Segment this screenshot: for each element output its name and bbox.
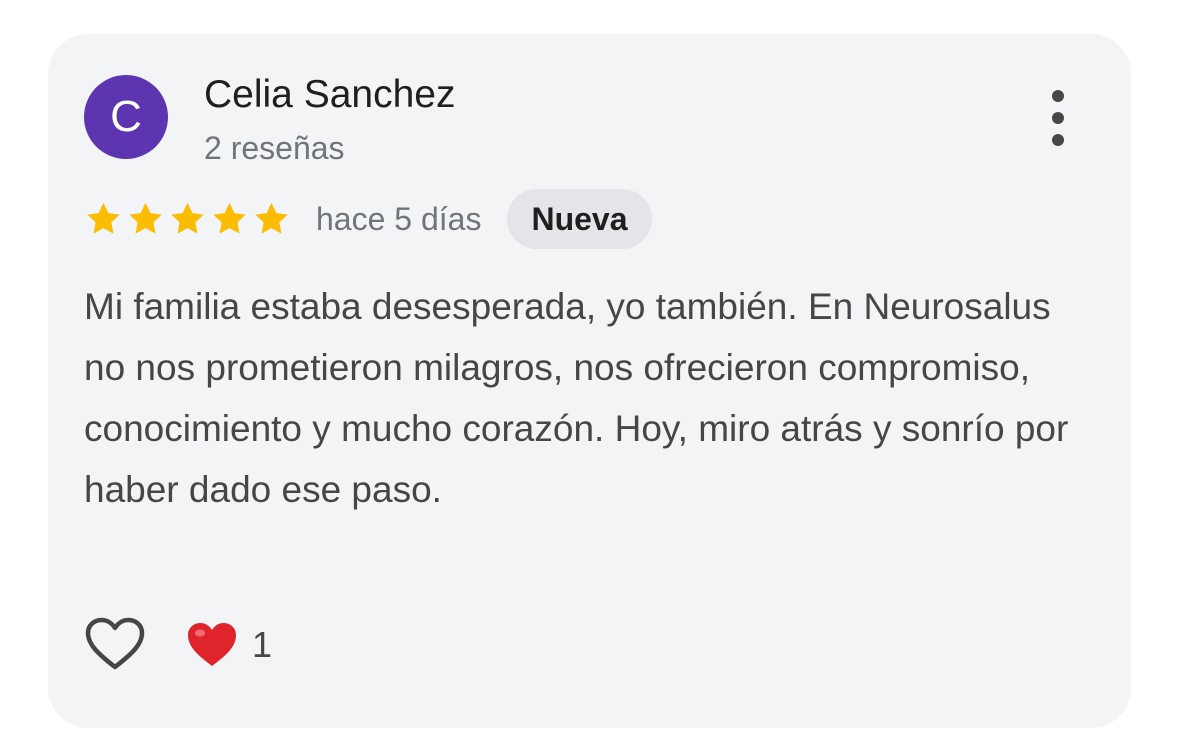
star-icon	[171, 202, 204, 234]
author-review-count: 2 reseñas	[204, 130, 345, 166]
star-icon	[213, 202, 246, 234]
red-heart-icon	[188, 623, 236, 666]
reaction-count: 1	[252, 624, 273, 665]
avatar[interactable]: C	[84, 75, 168, 159]
author-name[interactable]: Celia Sanchez	[204, 72, 455, 118]
review-card: C Celia Sanchez 2 reseñas hace 5 días Nu…	[48, 34, 1131, 728]
heart-outline-icon	[85, 617, 145, 670]
star-icon	[129, 202, 162, 234]
new-badge: Nueva	[507, 189, 652, 249]
star-icon	[87, 202, 120, 234]
more-options-button[interactable]	[1040, 90, 1076, 146]
star-icon	[255, 202, 288, 234]
reaction-summary[interactable]: 1	[186, 621, 272, 669]
avatar-initial: C	[110, 92, 142, 141]
review-time: hace 5 días	[316, 200, 482, 237]
star-rating	[84, 200, 291, 238]
rating-row: hace 5 días Nueva	[84, 189, 652, 249]
review-actions: 1	[84, 614, 272, 676]
review-text: Mi familia estaba desesperada, yo tambié…	[84, 286, 1069, 510]
like-button[interactable]	[84, 614, 146, 676]
